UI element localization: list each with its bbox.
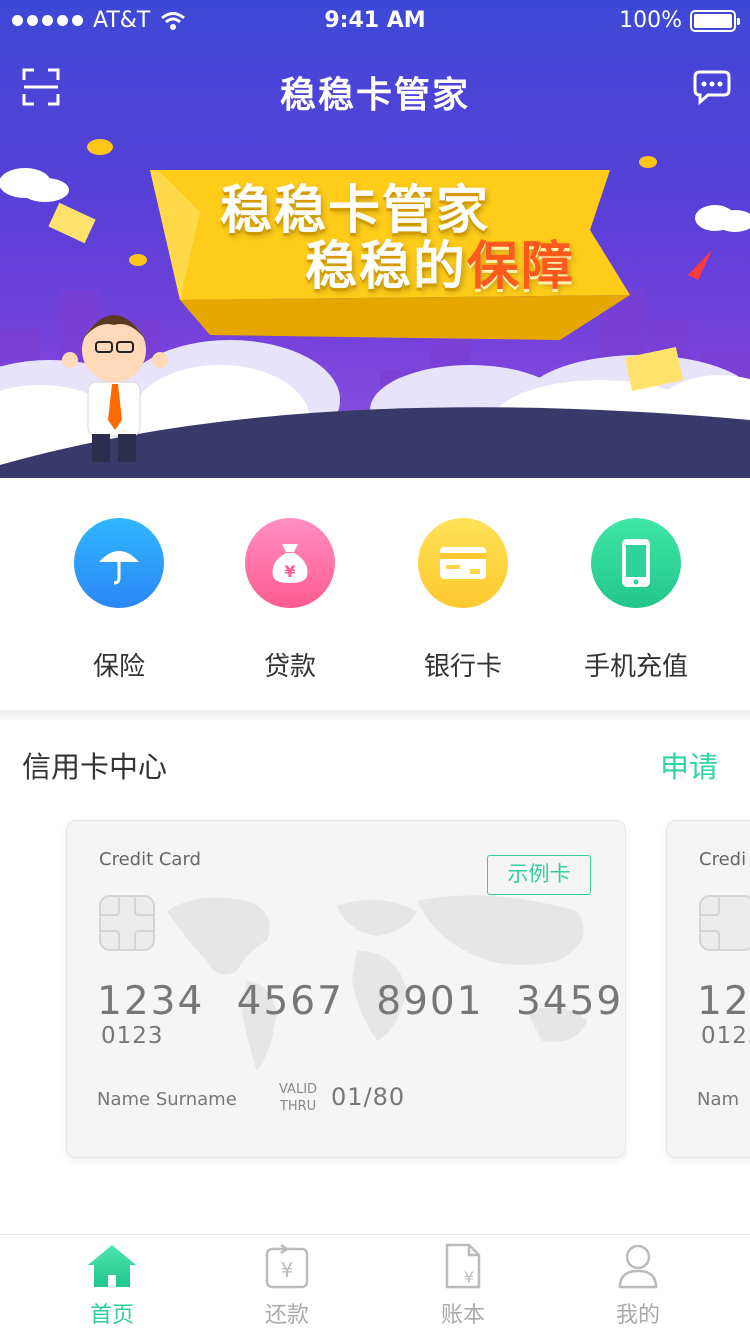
section-divider — [0, 710, 750, 720]
card-number-small: 0123 — [701, 1023, 750, 1049]
home-icon — [88, 1245, 136, 1287]
nav-bar: 稳稳卡管家 — [0, 60, 750, 116]
shortcut-label: 保险 — [92, 652, 145, 682]
tab-ledger[interactable]: ¥ 账本 — [403, 1243, 523, 1329]
shortcut-label: 银行卡 — [423, 652, 502, 682]
credit-card-peek[interactable]: Credi 123 0123 Nam — [666, 820, 750, 1158]
svg-text:¥: ¥ — [281, 1258, 294, 1282]
tab-label: 首页 — [89, 1303, 134, 1328]
credit-section-header: 信用卡中心 申请 — [0, 740, 750, 790]
tab-repay[interactable]: ¥ 还款 — [227, 1243, 347, 1329]
shortcut-bank-card[interactable]: 银行卡 — [378, 518, 548, 683]
section-title: 信用卡中心 — [22, 750, 168, 784]
hero-banner: 稳稳卡管家 稳稳的保障 AT&T 9:41 AM 100% 稳稳卡管家 — [0, 0, 750, 478]
valid-thru-label: VALID THRU — [279, 1081, 317, 1115]
banner-subheadline-prefix: 稳稳的 — [305, 237, 468, 297]
valid-label: VALID — [279, 1082, 318, 1097]
svg-text:¥: ¥ — [284, 562, 295, 581]
umbrella-icon — [74, 518, 164, 608]
shortcut-grid: 保险 ¥ 贷款 银行卡 手机充值 — [0, 478, 750, 710]
tab-profile[interactable]: 我的 — [578, 1243, 698, 1329]
banner-subheadline: 稳稳的保障 — [305, 224, 575, 299]
shortcut-phone-recharge[interactable]: 手机充值 — [551, 518, 721, 683]
tab-label: 账本 — [440, 1303, 485, 1328]
card-expiry: 01/80 — [331, 1083, 406, 1111]
card-number: 123 — [697, 979, 750, 1024]
tab-home[interactable]: 首页 — [52, 1243, 172, 1329]
shortcut-loan[interactable]: ¥ 贷款 — [205, 518, 375, 683]
bank-card-icon — [418, 518, 508, 608]
banner-subheadline-accent: 保障 — [467, 237, 576, 297]
chip-icon — [99, 895, 155, 951]
message-icon[interactable] — [692, 66, 732, 106]
shortcut-label: 手机充值 — [583, 652, 688, 682]
repay-icon: ¥ — [265, 1243, 309, 1289]
card-brand: Credit Card — [99, 849, 201, 870]
thru-label: THRU — [279, 1099, 317, 1114]
battery-percent: 100% — [619, 8, 682, 33]
tab-label: 还款 — [264, 1303, 309, 1328]
card-number-small: 0123 — [101, 1023, 164, 1049]
card-holder-name: Nam — [697, 1089, 740, 1110]
sample-card-badge: 示例卡 — [487, 855, 591, 895]
tab-bar: 首页 ¥ 还款 ¥ 账本 我的 — [0, 1234, 750, 1334]
chip-icon — [699, 895, 750, 951]
phone-icon — [591, 518, 681, 608]
profile-icon — [618, 1244, 658, 1289]
battery-icon — [690, 9, 740, 32]
apply-link[interactable]: 申请 — [660, 744, 718, 786]
card-holder-name: Name Surname — [97, 1089, 237, 1110]
shortcut-insurance[interactable]: 保险 — [34, 518, 204, 683]
shortcut-label: 贷款 — [263, 652, 316, 682]
tab-label: 我的 — [615, 1303, 660, 1328]
status-right: 100% — [619, 8, 740, 33]
ledger-icon: ¥ — [445, 1243, 481, 1289]
app-screen: 稳稳卡管家 稳稳的保障 AT&T 9:41 AM 100% 稳稳卡管家 保险 ¥… — [0, 0, 750, 1334]
credit-card[interactable]: Credit Card 示例卡 1234 4567 8901 3459 0123… — [66, 820, 626, 1158]
card-number: 1234 4567 8901 3459 — [97, 979, 624, 1024]
page-title: 稳稳卡管家 — [279, 75, 470, 116]
status-bar: AT&T 9:41 AM 100% — [0, 0, 750, 40]
card-brand: Credi — [699, 849, 747, 870]
money-bag-icon: ¥ — [245, 518, 335, 608]
svg-text:¥: ¥ — [464, 1268, 474, 1287]
